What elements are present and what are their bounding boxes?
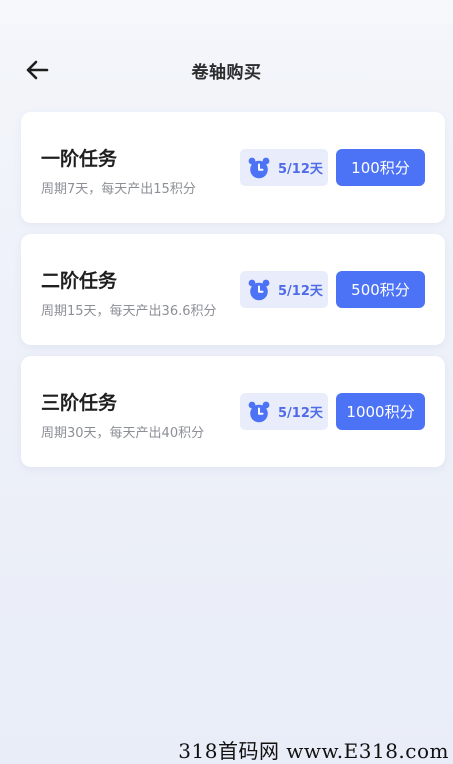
task-card-3: 三阶任务 周期30天，每天产出40积分 5/12天 1000积分 [21, 356, 445, 467]
status-bar [0, 0, 453, 24]
page-title: 卷轴购买 [191, 63, 262, 83]
alarm-clock-icon [247, 156, 271, 180]
alarm-clock-icon [247, 400, 271, 424]
alarm-clock-icon [247, 278, 271, 302]
watermark: 318首码网 www.E318.com [178, 739, 449, 763]
task-description: 周期15天，每天产出36.6积分 [41, 304, 217, 319]
buy-button[interactable]: 100积分 [336, 149, 425, 186]
days-badge: 5/12天 [240, 149, 328, 186]
task-card-2: 二阶任务 周期15天，每天产出36.6积分 5/12天 500积分 [21, 234, 445, 345]
task-title: 三阶任务 [41, 392, 118, 414]
task-card-1: 一阶任务 周期7天，每天产出15积分 5/12天 100积分 [21, 112, 445, 223]
task-title: 二阶任务 [41, 270, 118, 292]
days-label: 5/12天 [278, 406, 323, 421]
task-title: 一阶任务 [41, 148, 118, 170]
task-description: 周期7天，每天产出15积分 [41, 182, 196, 197]
days-label: 5/12天 [278, 162, 323, 177]
buy-button[interactable]: 1000积分 [336, 393, 425, 430]
days-badge: 5/12天 [240, 271, 328, 308]
days-badge: 5/12天 [240, 393, 328, 430]
days-label: 5/12天 [278, 284, 323, 299]
buy-button[interactable]: 500积分 [336, 271, 425, 308]
header: 卷轴购买 [0, 44, 453, 96]
task-description: 周期30天，每天产出40积分 [41, 426, 205, 441]
